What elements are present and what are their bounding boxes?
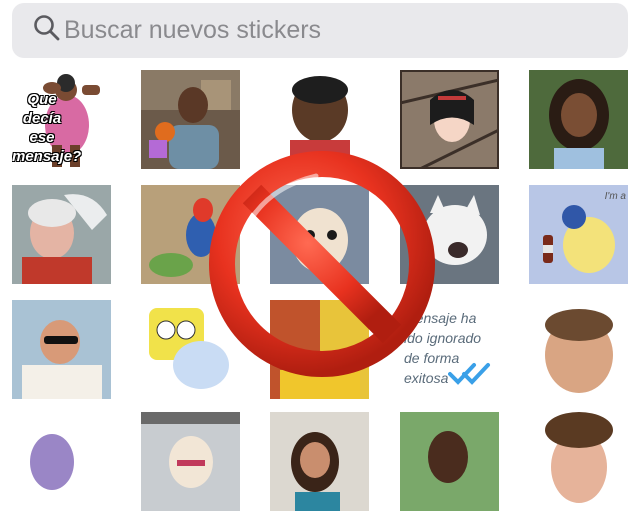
- sticker-pikachu[interactable]: I'm a: [529, 185, 628, 284]
- sticker-dicaprio[interactable]: [12, 300, 111, 399]
- sticker-harry-styles[interactable]: [529, 412, 628, 511]
- sticker-que-decia[interactable]: Que decía ese mensaje?: [12, 70, 111, 169]
- sticker-purple-creature[interactable]: [12, 412, 111, 511]
- sticker-old-woman[interactable]: [12, 185, 111, 284]
- sticker-caption: Que decía ese mensaje?: [12, 91, 82, 165]
- prohibited-icon: [206, 148, 438, 380]
- sticker-baby-face[interactable]: [529, 300, 628, 399]
- sticker-corner-text: I'm a: [604, 191, 626, 202]
- sticker-girl-tv[interactable]: [270, 412, 369, 511]
- sticker-girl-smile[interactable]: [529, 70, 628, 169]
- sticker-man-outdoor[interactable]: [400, 412, 499, 511]
- double-check-icon: [448, 363, 490, 385]
- sticker-puppy[interactable]: [141, 412, 240, 511]
